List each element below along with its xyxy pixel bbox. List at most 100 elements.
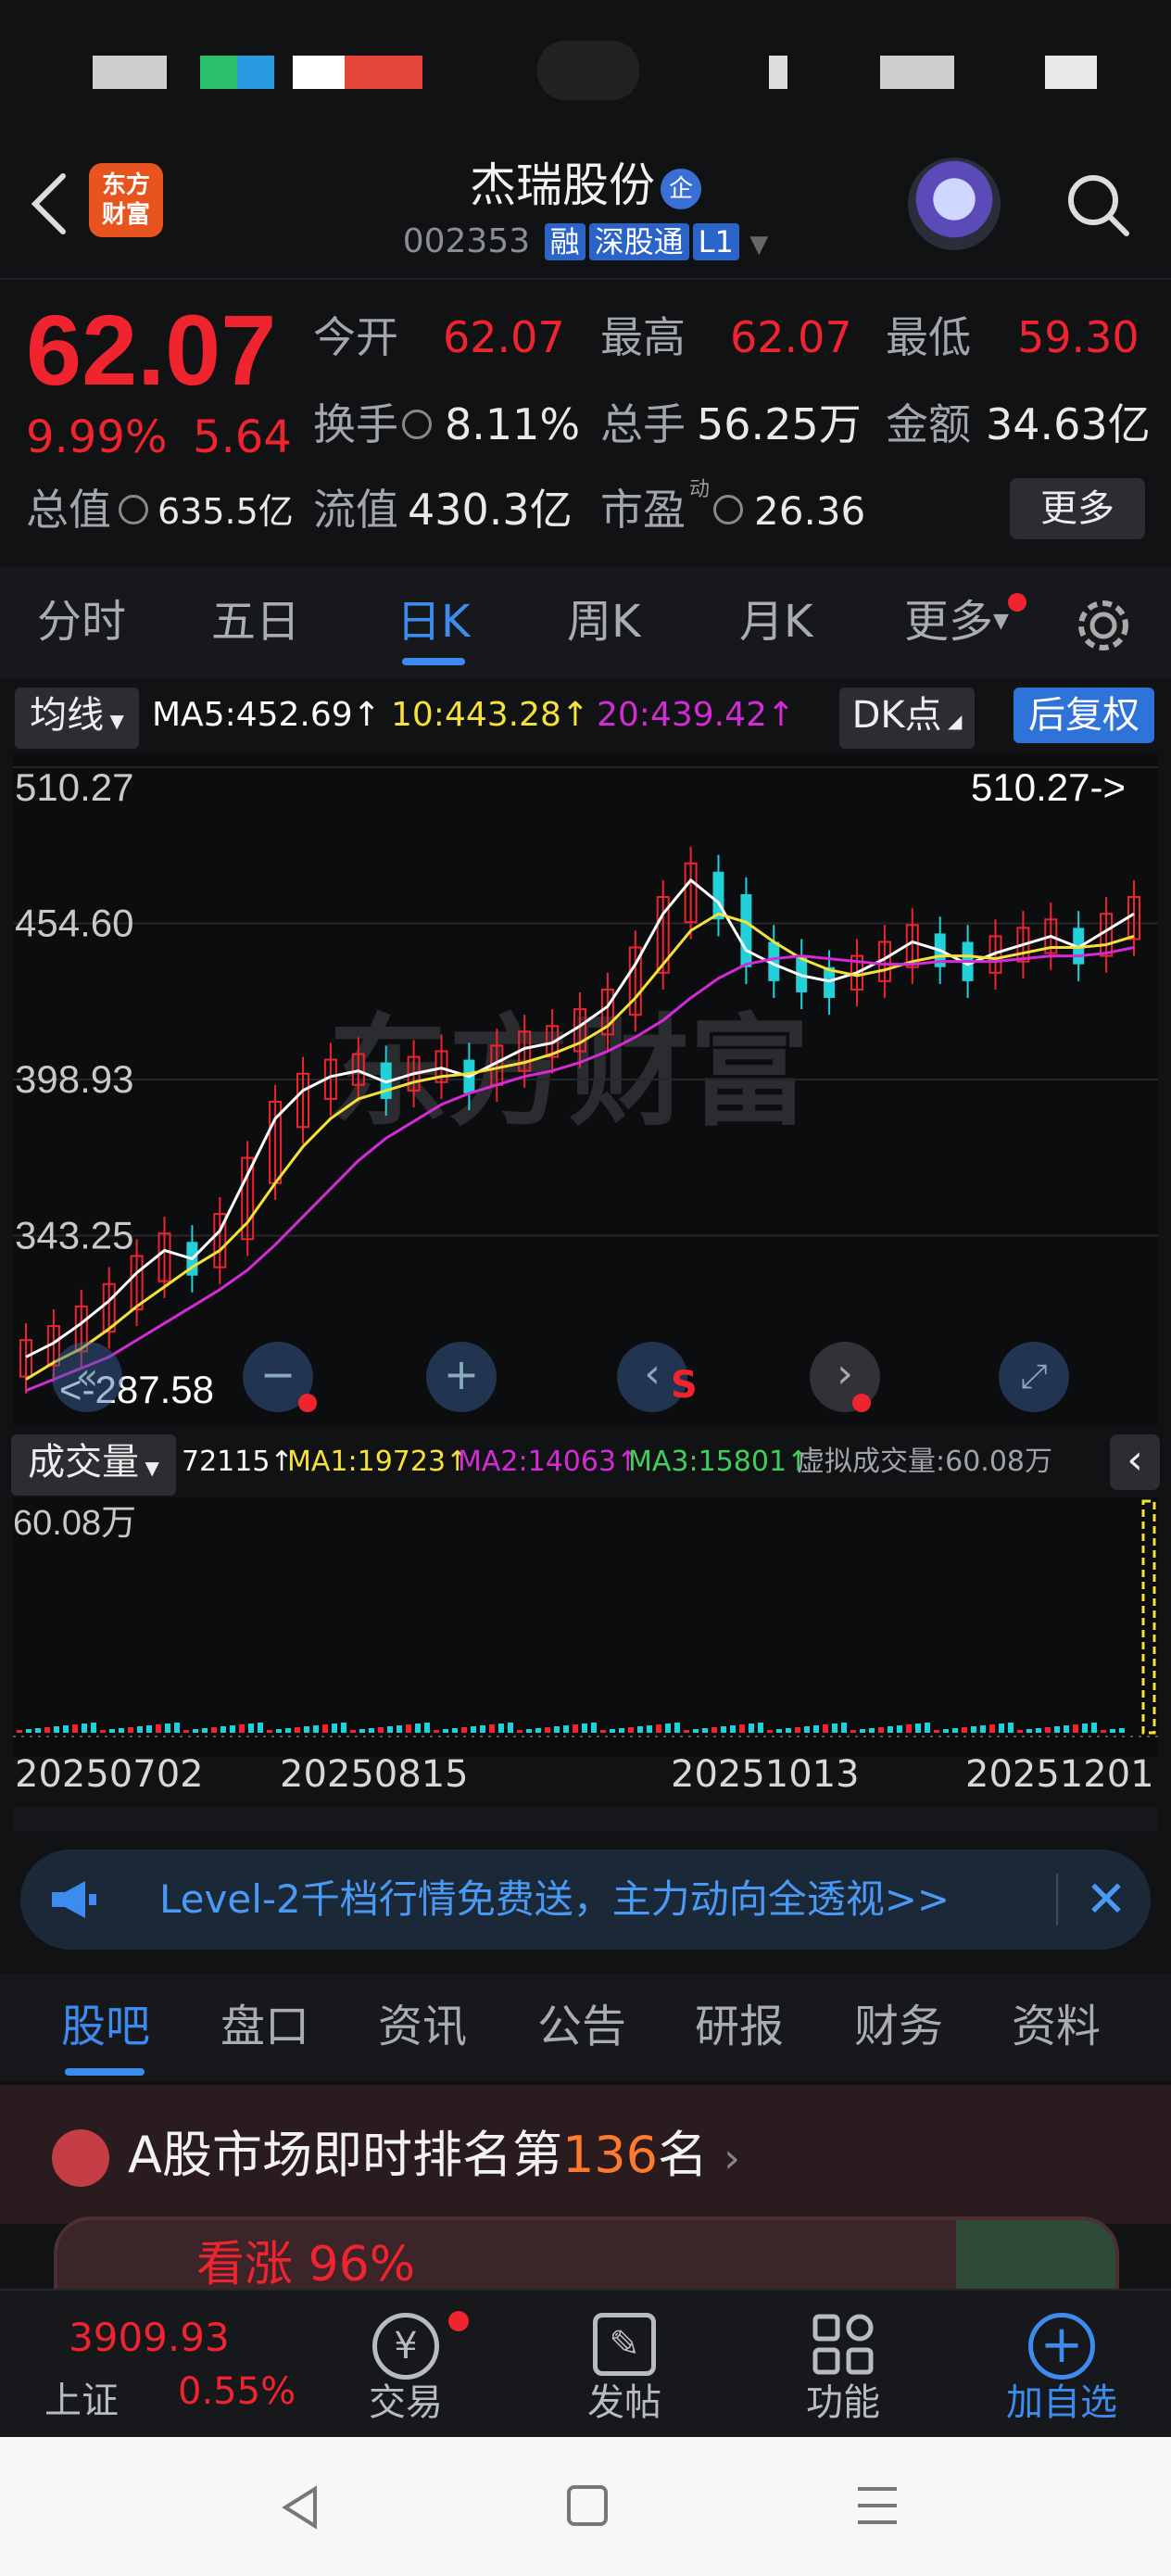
volume-bar — [897, 1725, 902, 1733]
ma10-legend: 10:443.28↑ — [391, 696, 590, 734]
indicator-select[interactable]: 均线 ▼ — [15, 688, 139, 749]
scroll-left-button[interactable]: « — [52, 1342, 122, 1412]
collapse-panel-button[interactable]: ‹ — [1110, 1434, 1160, 1490]
volume-bar — [508, 1723, 513, 1733]
chart-bottom-strip — [13, 1807, 1158, 1831]
dk-point-select[interactable]: DK点 ◢ — [839, 688, 975, 749]
period-tabs: 分时 五日 日K 周K 月K 更多▼ — [0, 567, 1171, 678]
rank-row[interactable]: A股市场即时排名第136名 › — [0, 2085, 1171, 2224]
tab-weekly-k[interactable]: 周K — [567, 589, 640, 654]
volume-bar — [230, 1725, 235, 1733]
info-icon[interactable] — [402, 410, 432, 439]
mktcap-label: 总值 — [26, 485, 111, 535]
notification-dot — [1008, 593, 1026, 612]
tab-research[interactable]: 研报 — [695, 1994, 784, 2059]
nav-back-button[interactable] — [274, 2480, 330, 2535]
turnover-label: 换手 — [313, 399, 398, 449]
kline-chart[interactable]: 东方财富 510.27 454.60 398.93 343.25 510.27-> <… — [13, 752, 1158, 1427]
stock-code: 002353 — [402, 222, 531, 260]
volume-bar — [971, 1726, 976, 1733]
volume-bar — [656, 1724, 661, 1733]
nav-functions[interactable]: 功能 — [750, 2291, 936, 2439]
volume-bar — [174, 1723, 180, 1733]
virtual-volume-bar — [1141, 1499, 1156, 1735]
watermark-logo: 东方财富 — [328, 1002, 810, 1143]
volume-bar — [248, 1724, 254, 1733]
volume-bar — [146, 1725, 152, 1733]
rank-text: A股市场即时排名第136名 › — [128, 2118, 740, 2196]
status-blur — [769, 56, 787, 89]
tab-more[interactable]: 更多▼ — [904, 589, 1009, 654]
index-ticker[interactable]: 3909.93 上证 0.55% — [0, 2291, 296, 2439]
tab-announcements[interactable]: 公告 — [537, 1994, 626, 2059]
low-value: 59.30 — [1017, 312, 1140, 362]
fullscreen-button[interactable]: ⤢ — [999, 1342, 1069, 1412]
volume-bar — [989, 1724, 995, 1733]
volume-bar — [888, 1726, 893, 1733]
volume-bar — [841, 1723, 847, 1733]
volume-label: 总手 — [600, 399, 686, 449]
tab-order-book[interactable]: 盘口 — [220, 1994, 309, 2059]
x-tick-label: 20250702 — [15, 1753, 204, 1796]
index-name: 上证 — [44, 2380, 119, 2422]
nav-home-button[interactable] — [567, 2485, 608, 2526]
close-banner-button[interactable]: ✕ — [1077, 1870, 1136, 1929]
caret-down-icon: ▼ — [104, 710, 124, 732]
tab-daily-k[interactable]: 日K — [397, 589, 470, 654]
more-quote-button[interactable]: 更多 — [1010, 478, 1145, 539]
volume-bar — [1008, 1723, 1014, 1733]
volume-bar — [285, 1728, 291, 1733]
volume-chart[interactable]: 60.08万 — [13, 1497, 1158, 1757]
volume-bar — [647, 1725, 652, 1733]
volume-bar — [406, 1724, 411, 1733]
settings-button[interactable] — [1073, 595, 1134, 656]
volume-bar — [1026, 1729, 1032, 1733]
nav-add-watchlist[interactable]: + 加自选 — [969, 2291, 1154, 2439]
tab-profile[interactable]: 资料 — [1012, 1994, 1101, 2059]
nav-trade[interactable]: ¥ 交易 — [313, 2291, 498, 2439]
stock-code-row[interactable]: 002353 融深股通 L1 ▼ — [0, 219, 1171, 268]
info-icon[interactable] — [119, 495, 148, 524]
assistant-avatar[interactable] — [908, 158, 1001, 250]
sentiment-card[interactable]: 看涨 96% — [54, 2216, 1119, 2300]
section-tabs: 股吧 盘口 资讯 公告 研报 财务 资料 — [0, 1974, 1171, 2081]
volume-bar — [387, 1726, 393, 1733]
nav-menu-button[interactable] — [856, 2483, 899, 2528]
volume-indicator-select[interactable]: 成交量 ▼ — [11, 1434, 176, 1496]
volume-bar — [378, 1727, 384, 1733]
volume-bar — [1091, 1723, 1097, 1733]
tab-intraday[interactable]: 分时 — [37, 589, 126, 654]
tab-five-day[interactable]: 五日 — [211, 589, 300, 654]
volume-bars — [17, 1723, 1125, 1733]
volume-bar — [211, 1727, 217, 1733]
volume-bar — [26, 1729, 31, 1733]
volume-bar — [415, 1724, 421, 1733]
volume-bar — [665, 1724, 671, 1733]
volume-bar — [17, 1730, 22, 1733]
volume-bar — [35, 1728, 41, 1733]
chevron-right-icon: › — [724, 2135, 740, 2182]
volume-bar — [711, 1727, 717, 1733]
volume-bar — [869, 1728, 875, 1733]
tab-monthly-k[interactable]: 月K — [739, 589, 812, 654]
last-price: 62.07 — [26, 294, 277, 406]
volume-bar — [72, 1724, 78, 1733]
volume-bar — [906, 1724, 912, 1733]
amount-label: 金额 — [886, 399, 971, 449]
volume-bar — [44, 1727, 50, 1733]
tab-forum[interactable]: 股吧 — [61, 1994, 150, 2059]
tab-news[interactable]: 资讯 — [378, 1994, 467, 2059]
kline-svg[interactable]: 东方财富 510.27454.60398.93343.25 510.27-> <… — [13, 752, 1158, 1427]
tab-financials[interactable]: 财务 — [854, 1994, 943, 2059]
zoom-in-button[interactable]: + — [426, 1342, 497, 1412]
info-icon[interactable] — [713, 495, 743, 524]
nav-post[interactable]: ✎ 发帖 — [532, 2291, 717, 2439]
volume-bar — [443, 1729, 448, 1733]
search-button[interactable] — [1064, 170, 1132, 239]
volume-bar — [1064, 1725, 1069, 1733]
adjust-button[interactable]: 后复权 — [1014, 688, 1154, 743]
promo-banner[interactable]: Level-2千档行情免费送，主力动向全透视>> ✕ — [20, 1850, 1151, 1950]
chevron-left-icon: ‹ — [1127, 1436, 1143, 1484]
stock-header: 东方 财富 杰瑞股份企 002353 融深股通 L1 ▼ — [0, 148, 1171, 278]
volume-bar — [915, 1724, 921, 1733]
